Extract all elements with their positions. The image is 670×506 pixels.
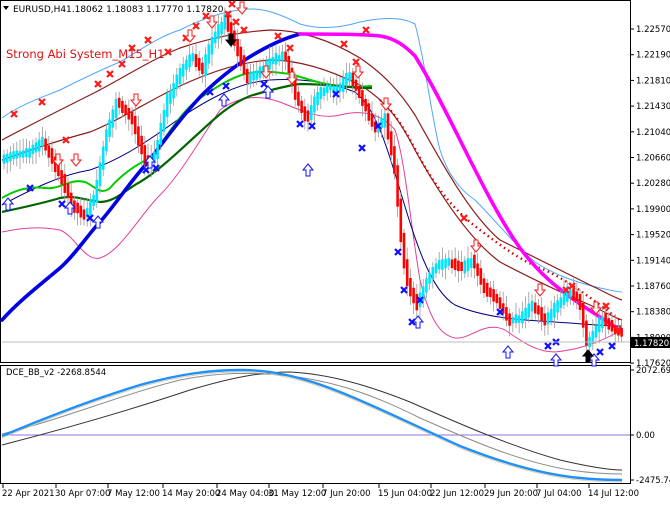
- time-tick-label: 14 Jul 12:00: [588, 489, 639, 499]
- chart-window[interactable]: EURUSD,H4 1.18062 1.18083 1.17770 1.1782…: [0, 0, 670, 502]
- time-tick-label: 7 Jun 20:00: [322, 489, 371, 499]
- price-tick-label: 1.21810: [636, 76, 670, 86]
- price-tick-label: 1.19140: [636, 256, 670, 266]
- price-tick-label: 1.20280: [636, 179, 670, 189]
- price-tick-label: 1.22190: [636, 51, 670, 61]
- current-price-value: 1.17820: [634, 339, 669, 349]
- price-tick-label: 1.21040: [636, 128, 670, 138]
- price-tick-label: 1.21430: [636, 102, 670, 112]
- price-chart-svg[interactable]: EURUSD,H4 1.18062 1.18083 1.17770 1.1782…: [0, 0, 670, 502]
- indicator-axis: 2072.6936 0.00 -2475.7481: [630, 366, 670, 486]
- symbol-label: EURUSD,H4: [13, 5, 66, 15]
- indicator-tick-label: -2475.7481: [636, 476, 670, 486]
- price-tick-label: 1.18760: [636, 282, 670, 292]
- price-axis[interactable]: 1.22570 1.22190 1.21810 1.21430 1.21040 1.206…: [630, 25, 670, 369]
- chart-header: EURUSD,H4 1.18062 1.18083 1.17770 1.1782…: [3, 5, 224, 15]
- time-tick-label: 24 May 04:00: [216, 489, 274, 499]
- time-tick-label: 29 Jun 20:00: [484, 489, 538, 499]
- price-tick-label: 1.19900: [636, 205, 670, 215]
- time-tick-label: 31 May 12:00: [268, 489, 326, 499]
- price-tick-label: 1.20660: [636, 154, 670, 164]
- time-axis[interactable]: 22 Apr 2021 30 Apr 07:007 May 12:00 14 May…: [2, 484, 639, 499]
- price-tick-label: 1.19520: [636, 231, 670, 241]
- time-tick-label: 15 Jun 04:00: [378, 489, 432, 499]
- time-tick-label: 7 May 12:00: [107, 489, 160, 499]
- time-tick-label: 7 Jul 04:00: [536, 489, 582, 499]
- time-tick-label: 30 Apr 07:00: [55, 489, 110, 499]
- indicator-tick-label: 2072.6936: [636, 366, 670, 376]
- time-tick-label: 22 Jun 12:00: [430, 489, 484, 499]
- time-tick-label: 14 May 20:00: [162, 489, 220, 499]
- price-tick-label: 1.22570: [636, 25, 670, 35]
- ohlc-readout: 1.18062 1.18083 1.17770 1.17820: [66, 5, 224, 15]
- indicator-label: DCE_BB_v2 -2268.8544: [6, 368, 106, 378]
- indicator-tick-label: 0.00: [636, 431, 655, 441]
- system-label: Strong Abi System_M15_H1: [6, 47, 164, 61]
- time-tick-label: 22 Apr 2021: [2, 489, 55, 499]
- price-tick-label: 1.18380: [636, 308, 670, 318]
